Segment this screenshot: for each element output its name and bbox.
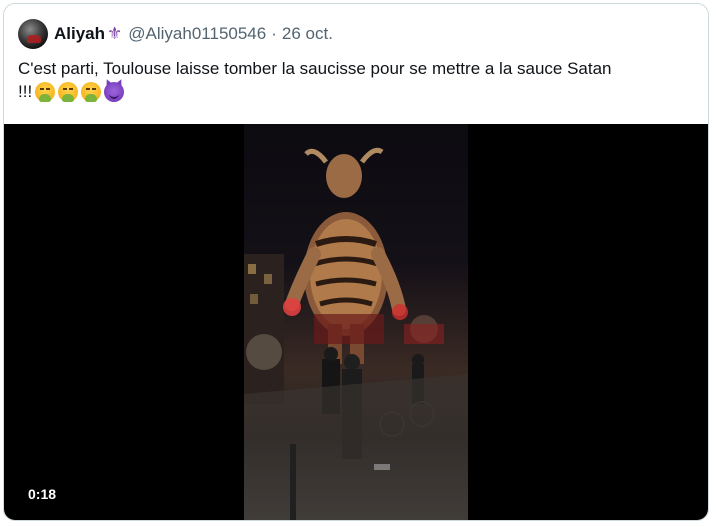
- separator-dot: ·: [271, 24, 277, 43]
- display-name[interactable]: Aliyah: [54, 24, 105, 44]
- video-duration: 0:18: [28, 486, 57, 502]
- avatar[interactable]: [18, 19, 48, 49]
- devil-face-icon: [104, 82, 125, 102]
- tweet-header: Aliyah ⚜ @Aliyah01150546 · 26 oct.: [18, 18, 333, 50]
- vomiting-face-icon: [81, 82, 102, 102]
- vomiting-face-icon: [58, 82, 79, 102]
- vomiting-face-icon: [35, 82, 56, 102]
- tweet-date[interactable]: 26 oct.: [282, 24, 333, 44]
- video-player[interactable]: 0:18: [4, 124, 708, 520]
- tweet-emoji-row: !!!: [18, 82, 125, 102]
- fleur-de-lis-icon: ⚜: [107, 24, 123, 44]
- video-scene: [244, 147, 468, 520]
- exclamation-marks: !!!: [18, 82, 33, 101]
- tweet-card[interactable]: Aliyah ⚜ @Aliyah01150546 · 26 oct. C'est…: [3, 3, 709, 521]
- user-handle[interactable]: @Aliyah01150546: [128, 24, 266, 44]
- video-frame[interactable]: [244, 124, 468, 520]
